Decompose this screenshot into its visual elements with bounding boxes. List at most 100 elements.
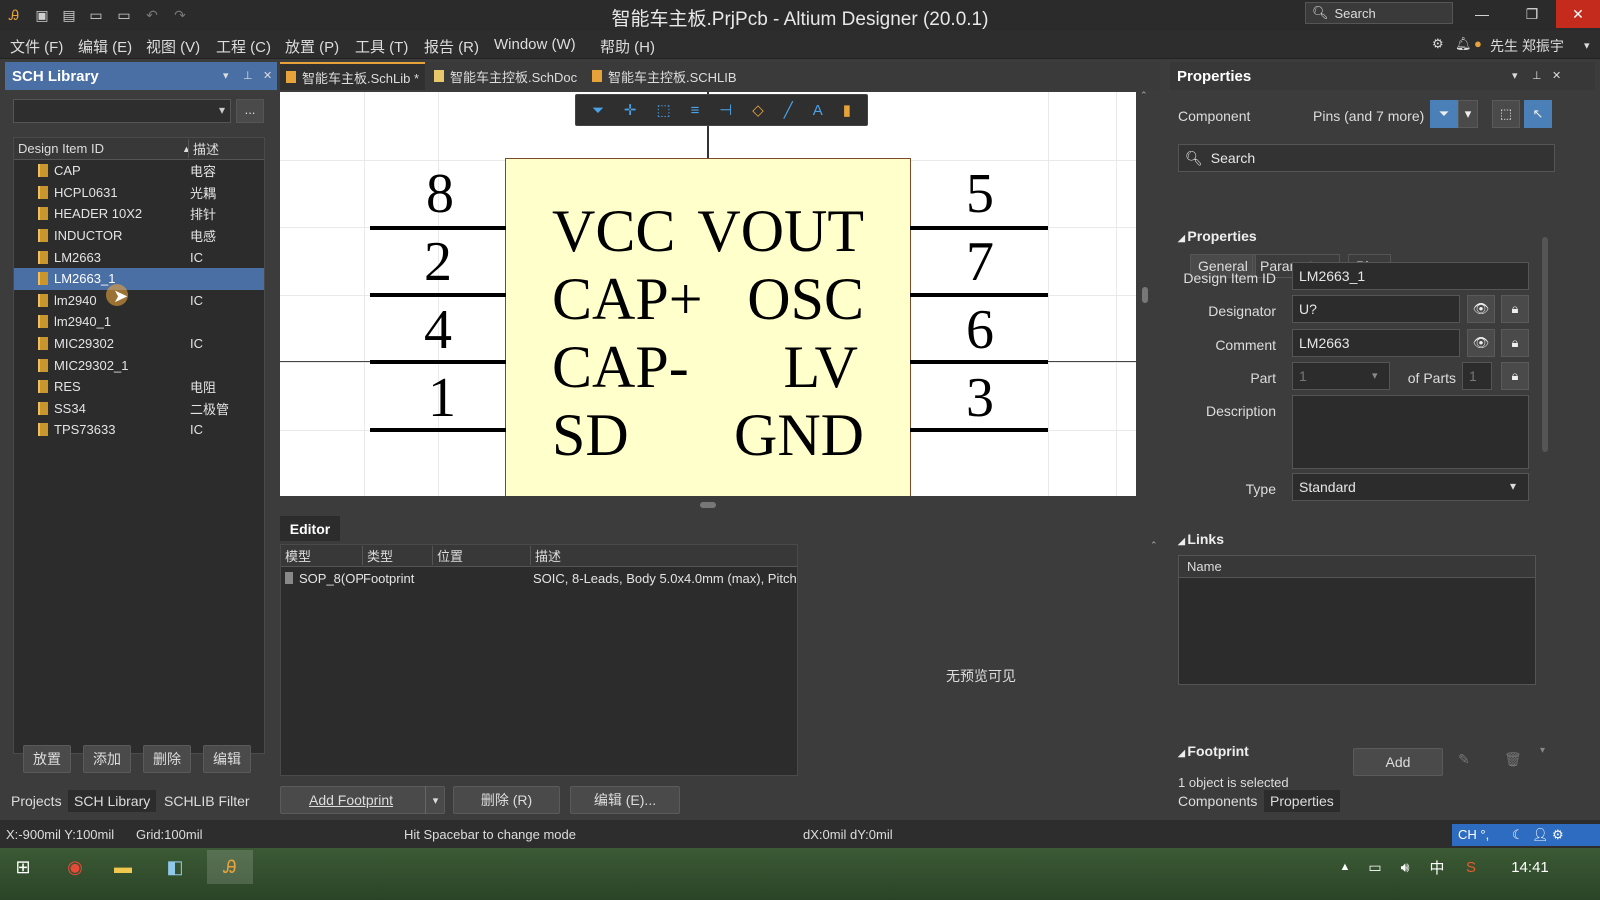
- panel-menu-icon[interactable]: ▾: [223, 69, 229, 82]
- minimize-button[interactable]: —: [1460, 0, 1504, 28]
- clock[interactable]: 14:41: [1500, 850, 1560, 884]
- col-design-item-id[interactable]: Design Item ID: [14, 141, 182, 156]
- table-row[interactable]: SOP_8(OP. Footprint SOIC, 8-Leads, Body …: [281, 567, 797, 589]
- panel-menu-icon[interactable]: ▾: [1512, 69, 1518, 82]
- edit-icon[interactable]: ✎: [1458, 751, 1470, 768]
- list-item[interactable]: lm2940 IC: [14, 290, 264, 312]
- editor-tab[interactable]: Editor: [280, 516, 340, 541]
- list-item[interactable]: TPS73633 IC: [14, 419, 264, 441]
- settings-icon[interactable]: ⚙: [1432, 36, 1444, 52]
- chevron-down-icon[interactable]: ▾: [425, 786, 445, 814]
- add-footprint-button[interactable]: Add Footprint: [280, 786, 445, 814]
- design-item-field[interactable]: LM2663_1: [1292, 262, 1529, 290]
- undo-icon[interactable]: ↶: [142, 5, 162, 25]
- open-project-icon[interactable]: ▭: [114, 5, 134, 25]
- list-item[interactable]: CAP 电容: [14, 160, 264, 182]
- tab-schlib-filter[interactable]: SCHLIB Filter: [158, 790, 256, 812]
- close-icon[interactable]: ✕: [1552, 69, 1561, 82]
- open-icon[interactable]: ▭: [86, 5, 106, 25]
- eye-icon[interactable]: 👁︎: [1467, 295, 1495, 323]
- edit-model-button[interactable]: 编辑 (E)...: [570, 786, 680, 814]
- restore-button[interactable]: ❐: [1510, 0, 1554, 28]
- col-name[interactable]: Name: [1183, 559, 1222, 574]
- col-description[interactable]: 描述: [188, 139, 264, 158]
- pin-icon[interactable]: ⊥: [1532, 69, 1542, 82]
- global-search-input[interactable]: 🔍︎ Search: [1305, 2, 1453, 24]
- col-location[interactable]: 位置: [433, 546, 531, 565]
- schematic-canvas[interactable]: VCC CAP+ CAP- SD VOUT OSC LV GND 8 2 4 1…: [280, 92, 1136, 496]
- line-icon[interactable]: ╱: [784, 101, 793, 119]
- align-icon[interactable]: ≡: [691, 102, 700, 119]
- text-icon[interactable]: A: [813, 102, 823, 119]
- menu-tools[interactable]: 工具 (T): [355, 36, 408, 57]
- app-icon[interactable]: ◧: [152, 850, 198, 884]
- list-item[interactable]: HCPL0631 光耦: [14, 182, 264, 204]
- pin-icon[interactable]: ⊥: [243, 69, 253, 82]
- col-description[interactable]: 描述: [531, 546, 797, 565]
- notification-icon[interactable]: 🔔︎: [1455, 36, 1472, 52]
- menu-file[interactable]: 文件 (F): [10, 36, 63, 57]
- select-objects-icon[interactable]: ⬚: [1492, 100, 1520, 128]
- user-name[interactable]: 先生 郑振宇: [1490, 36, 1564, 56]
- lock-icon[interactable]: 🔒︎: [1501, 362, 1529, 390]
- tab-properties[interactable]: Properties: [1264, 790, 1340, 812]
- scroll-thumb[interactable]: [1542, 237, 1548, 452]
- menu-place[interactable]: 放置 (P): [285, 36, 339, 57]
- browse-button[interactable]: ...: [236, 99, 264, 123]
- add-button[interactable]: 添加: [83, 745, 131, 773]
- list-item[interactable]: MIC29302 IC: [14, 333, 264, 355]
- component-body[interactable]: VCC CAP+ CAP- SD VOUT OSC LV GND: [505, 158, 911, 496]
- close-button[interactable]: ✕: [1556, 0, 1600, 28]
- delete-button[interactable]: 删除: [143, 745, 191, 773]
- list-item-selected[interactable]: LM2663_1: [14, 267, 264, 290]
- scroll-thumb[interactable]: [700, 502, 716, 508]
- place-button[interactable]: 放置: [23, 745, 71, 773]
- select-icon[interactable]: ⬚: [656, 101, 670, 119]
- fill-icon[interactable]: ◇: [752, 101, 764, 119]
- list-item[interactable]: LM2663 IC: [14, 246, 264, 268]
- description-field[interactable]: [1292, 395, 1529, 469]
- scroll-thumb[interactable]: [1142, 287, 1148, 303]
- properties-search-input[interactable]: 🔍︎ Search: [1178, 144, 1555, 172]
- delete-model-button[interactable]: 删除 (R): [453, 786, 560, 814]
- horizontal-scrollbar[interactable]: [280, 498, 1136, 512]
- chevron-down-icon[interactable]: ▾: [1458, 100, 1478, 128]
- list-item[interactable]: MIC29302_1: [14, 354, 264, 376]
- list-item[interactable]: lm2940_1: [14, 311, 264, 333]
- chevron-down-icon[interactable]: ▾: [1584, 39, 1590, 52]
- tab-schdoc[interactable]: 智能车主控板.SchDoc: [428, 62, 583, 90]
- lock-icon[interactable]: 🔒︎: [1501, 295, 1529, 323]
- user-avatar[interactable]: ●: [1474, 36, 1482, 51]
- menu-reports[interactable]: 报告 (R): [424, 36, 479, 57]
- type-select[interactable]: Standard: [1292, 473, 1529, 501]
- filter-icon[interactable]: ⏷: [1430, 100, 1458, 128]
- place-pin-icon[interactable]: ⊣: [719, 101, 732, 119]
- tab-components[interactable]: Components: [1172, 790, 1263, 812]
- redo-icon[interactable]: ↷: [170, 5, 190, 25]
- vertical-scrollbar[interactable]: ⌃: [1138, 90, 1152, 496]
- menu-view[interactable]: 视图 (V): [146, 36, 200, 57]
- chrome-icon[interactable]: ◉: [52, 850, 98, 884]
- section-links[interactable]: ◢ Links: [1178, 531, 1224, 547]
- menu-project[interactable]: 工程 (C): [216, 36, 271, 57]
- explorer-icon[interactable]: ▬: [100, 850, 146, 884]
- tab-sch-library[interactable]: SCH Library: [68, 790, 157, 812]
- save-all-icon[interactable]: ▤: [59, 5, 79, 25]
- section-properties[interactable]: ◢ Properties: [1178, 228, 1257, 244]
- save-icon[interactable]: ▣: [32, 5, 52, 25]
- menu-edit[interactable]: 编辑 (E): [78, 36, 132, 57]
- close-icon[interactable]: ✕: [263, 69, 272, 82]
- menu-help[interactable]: 帮助 (H): [600, 36, 655, 57]
- filter-icon[interactable]: ⏷: [592, 102, 604, 119]
- sogou-ime-icon[interactable]: S: [1448, 850, 1494, 884]
- chevron-down-icon[interactable]: ▾: [1540, 745, 1545, 756]
- list-item[interactable]: RES 电阻: [14, 376, 264, 398]
- comment-field[interactable]: LM2663: [1292, 329, 1460, 357]
- tab-schlib-main[interactable]: 智能车主板.SchLib *: [280, 62, 426, 90]
- col-model[interactable]: 模型: [281, 546, 363, 565]
- library-filter-select[interactable]: [13, 99, 231, 123]
- menu-window[interactable]: Window (W): [494, 36, 576, 53]
- edit-button[interactable]: 编辑: [203, 745, 251, 773]
- list-item[interactable]: SS34 二极管: [14, 398, 264, 420]
- eye-icon[interactable]: 👁︎: [1467, 329, 1495, 357]
